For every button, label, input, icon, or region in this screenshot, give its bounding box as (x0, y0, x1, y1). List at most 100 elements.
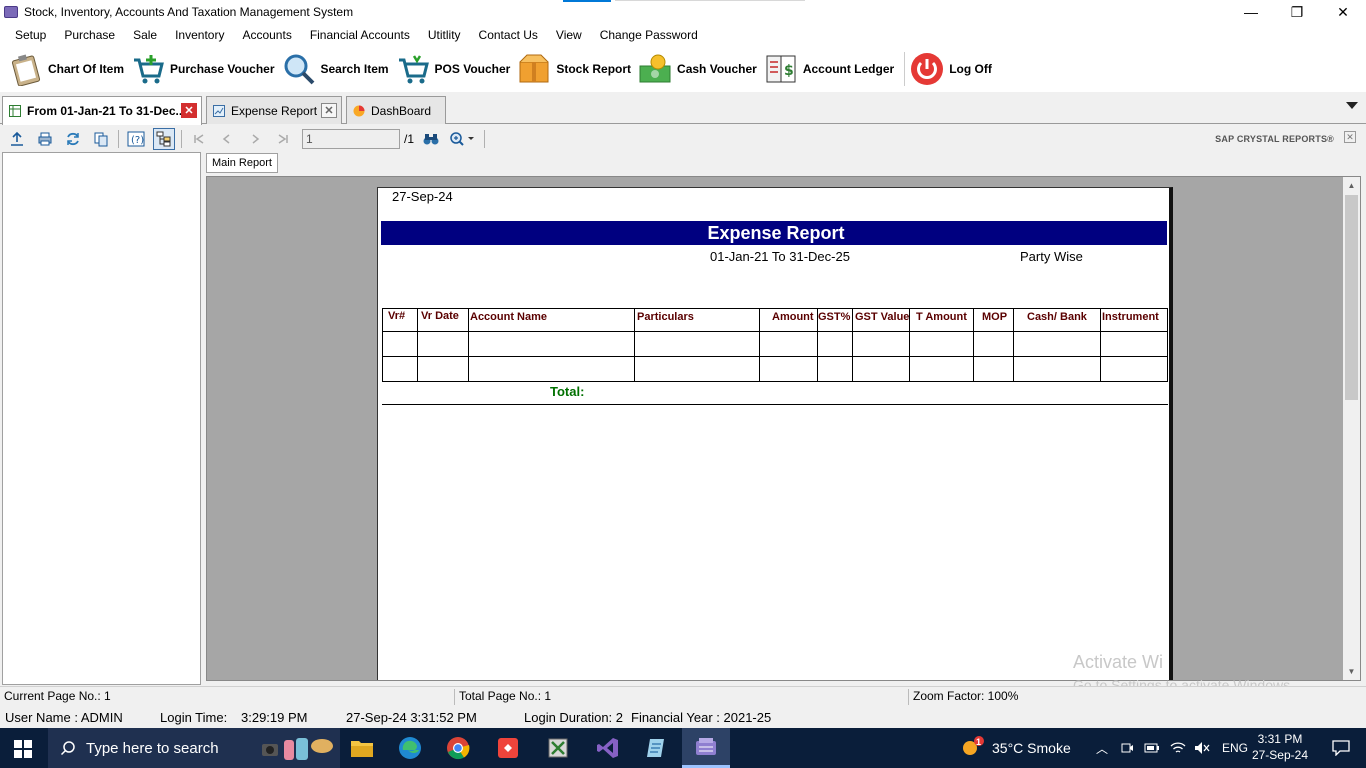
tools-taskbar[interactable] (534, 728, 582, 768)
log-off-button[interactable]: Log Off (909, 51, 992, 87)
menu-view[interactable]: View (547, 28, 591, 42)
anydesk-taskbar[interactable] (484, 728, 532, 768)
next-page-icon[interactable] (244, 128, 266, 150)
title-bar: Stock, Inventory, Accounts And Taxation … (0, 0, 1366, 24)
account-ledger-button[interactable]: $ Account Ledger (763, 51, 894, 87)
vertical-scrollbar[interactable]: ▲ ▼ (1343, 177, 1360, 680)
restore-button[interactable]: ❐ (1274, 0, 1320, 24)
menu-sale[interactable]: Sale (124, 28, 166, 42)
tools-icon (548, 738, 568, 758)
report-canvas[interactable]: 27-Sep-24 Expense Report 01-Jan-21 To 31… (206, 176, 1361, 681)
tab-label: Expense Report (231, 103, 318, 118)
toolbar-separator (904, 52, 906, 86)
volume-muted-icon[interactable] (1194, 741, 1210, 755)
close-viewer-icon[interactable]: ✕ (1344, 131, 1356, 143)
help-icon[interactable]: (?) (125, 128, 147, 150)
ledger-icon: $ (763, 51, 799, 87)
column-header: Cash/ Bank (1027, 311, 1087, 323)
minimize-button[interactable]: — (1228, 0, 1274, 24)
pos-voucher-button[interactable]: POS Voucher (395, 51, 510, 87)
search-item-label: Search Item (320, 62, 389, 76)
taskbar-clock[interactable]: 3:31 PM 27-Sep-24 (1252, 731, 1308, 763)
language-indicator[interactable]: ENG (1222, 741, 1248, 755)
status-separator (908, 689, 909, 705)
refresh-icon[interactable] (62, 128, 84, 150)
edge-icon (399, 737, 421, 759)
cash-voucher-label: Cash Voucher (677, 62, 757, 76)
column-header: T Amount (916, 311, 967, 323)
menu-change-password[interactable]: Change Password (591, 28, 707, 42)
previous-page-icon[interactable] (216, 128, 238, 150)
scroll-up-icon[interactable]: ▲ (1343, 177, 1360, 194)
menu-inventory[interactable]: Inventory (166, 28, 233, 42)
total-page-status: Total Page No.: 1 (459, 689, 552, 703)
remote-desktop-icon (498, 738, 518, 758)
column-header: Account Name (470, 311, 548, 323)
purchase-voucher-button[interactable]: Purchase Voucher (130, 51, 275, 87)
title-accent-line (563, 0, 611, 2)
cart-icon (395, 51, 431, 87)
menu-purchase[interactable]: Purchase (55, 28, 124, 42)
menu-utility[interactable]: Utitlity (419, 28, 470, 42)
scrollbar-thumb[interactable] (1345, 195, 1358, 400)
tab-expense-report[interactable]: Expense Report ✕ (206, 96, 342, 124)
stock-report-button[interactable]: Stock Report (516, 51, 631, 87)
zoom-icon[interactable] (448, 128, 478, 150)
zoom-status: Zoom Factor: 100% (913, 689, 1019, 703)
close-button[interactable]: ✕ (1320, 0, 1366, 24)
column-divider (1013, 308, 1014, 382)
print-icon[interactable] (34, 128, 56, 150)
column-divider (468, 308, 469, 382)
login-duration: Login Duration: 2 (524, 710, 624, 725)
column-divider (382, 308, 383, 382)
column-header: Vr# (388, 310, 406, 322)
cash-icon (637, 51, 673, 87)
report-grouping: Party Wise (1020, 249, 1083, 264)
chevron-up-icon[interactable]: ︿ (1096, 740, 1108, 757)
tab-list-dropdown-icon[interactable] (1346, 102, 1358, 109)
chart-of-item-button[interactable]: Chart Of Item (8, 51, 124, 87)
total-label: Total: (550, 384, 585, 399)
windows-start-icon[interactable] (14, 740, 32, 758)
wifi-icon[interactable] (1170, 741, 1186, 755)
tab-expense-range[interactable]: From 01-Jan-21 To 31-Dec... ✕ (2, 96, 202, 125)
chrome-icon (447, 737, 470, 760)
scroll-down-icon[interactable]: ▼ (1343, 663, 1360, 680)
meet-now-icon[interactable] (1120, 741, 1134, 755)
notification-icon[interactable] (1332, 740, 1350, 756)
user-name: User Name : ADMIN (5, 710, 123, 725)
tab-dashboard[interactable]: DashBoard (346, 96, 446, 124)
menu-bar: Setup Purchase Sale Inventory Accounts F… (0, 24, 1366, 46)
menu-financial-accounts[interactable]: Financial Accounts (301, 28, 419, 42)
visual-studio-taskbar[interactable] (584, 728, 632, 768)
search-item-button[interactable]: Search Item (281, 51, 389, 87)
menu-setup[interactable]: Setup (6, 28, 55, 42)
viewer-status-bar: Current Page No.: 1 Total Page No.: 1 Zo… (0, 686, 1366, 706)
toolbar-separator (118, 129, 119, 148)
purchase-voucher-label: Purchase Voucher (170, 62, 275, 76)
taskbar: Type here to search 1 35°C Smoke ︿ ENG 3… (0, 728, 1366, 768)
inventory-app-taskbar[interactable] (682, 728, 730, 768)
menu-contact-us[interactable]: Contact Us (470, 28, 547, 42)
last-page-icon[interactable] (272, 128, 294, 150)
tab-close-icon[interactable]: ✕ (321, 103, 337, 118)
taskbar-search[interactable]: Type here to search (48, 728, 340, 768)
binoculars-icon[interactable] (420, 128, 442, 150)
export-icon[interactable] (6, 128, 28, 150)
main-toolbar: Chart Of Item Purchase Voucher Search It… (0, 46, 1366, 92)
weather-widget[interactable]: 1 35°C Smoke (960, 728, 1071, 768)
group-tree-toggle-icon[interactable] (153, 127, 175, 150)
menu-accounts[interactable]: Accounts (233, 28, 300, 42)
cash-voucher-button[interactable]: Cash Voucher (637, 51, 757, 87)
file-explorer-taskbar[interactable] (338, 728, 386, 768)
edge-taskbar[interactable] (386, 728, 434, 768)
tab-close-icon[interactable]: ✕ (181, 103, 197, 118)
notes-taskbar[interactable] (632, 728, 680, 768)
page-number-input[interactable]: 1 (302, 128, 400, 149)
main-report-tab[interactable]: Main Report (206, 153, 278, 173)
copy-icon[interactable] (90, 128, 112, 150)
first-page-icon[interactable] (188, 128, 210, 150)
group-tree-panel[interactable] (2, 152, 201, 685)
chrome-taskbar[interactable] (434, 728, 482, 768)
battery-icon[interactable] (1144, 742, 1160, 754)
